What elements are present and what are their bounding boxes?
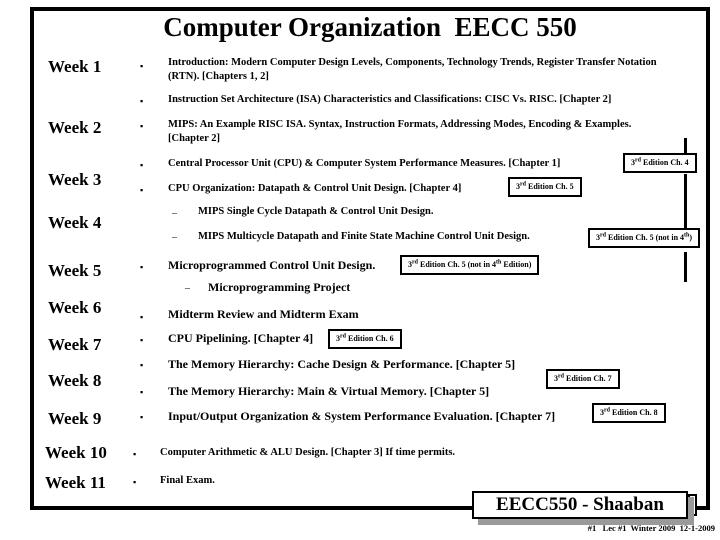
bullet-marker: ▪ [140, 312, 144, 322]
edition-note-ch4: 3rd Edition Ch. 4 [623, 153, 697, 173]
edition-note-ch5-not-in-4th: 3rd Edition Ch. 5 (not in 4th) [588, 228, 701, 248]
edition-note-ch8: 3rd Edition Ch. 8 [592, 403, 666, 423]
week-label-11: Week 11 [45, 473, 106, 492]
edition-note-suffix: Edition Ch. 7 [564, 374, 612, 383]
edition-note-suffix: Edition Ch. 5 (not in 4 [606, 233, 685, 242]
week-label-9: Week 9 [48, 409, 102, 428]
syllabus-item-mips-isa: MIPS: An Example RISC ISA. Syntax, Instr… [168, 119, 632, 144]
bullet-marker: ▪ [133, 477, 137, 487]
bullet-marker: ▪ [140, 262, 144, 272]
syllabus-item-pipelining: CPU Pipelining. [Chapter 4] [168, 331, 314, 345]
syllabus-item-midterm: Midterm Review and Midterm Exam [168, 307, 359, 321]
week-label-10: Week 10 [45, 443, 107, 462]
week-label-4: Week 4 [48, 213, 102, 232]
week-label-6: Week 6 [48, 298, 102, 317]
bullet-marker: ▪ [140, 121, 144, 131]
bullet-marker: ▪ [140, 61, 144, 71]
bullet-marker: ▪ [140, 96, 144, 106]
syllabus-item-microprogrammed: Microprogrammed Control Unit Design. [168, 258, 376, 272]
bullet-marker: ▪ [140, 335, 144, 345]
bullet-marker: ▪ [140, 412, 144, 422]
edition-note-ch5: 3rd Edition Ch. 5 [508, 177, 582, 197]
page-title: Computer Organization EECC 550 [163, 12, 577, 42]
week-label-1: Week 1 [48, 57, 102, 76]
syllabus-item-week1-intro: Introduction: Modern Computer Design Lev… [168, 57, 657, 82]
week-label-3: Week 3 [48, 170, 102, 189]
slide-footnote: #1 Lec #1 Winter 2009 12-1-2009 [587, 523, 715, 533]
dash-marker: – [172, 232, 177, 243]
edition-note-suffix: Edition Ch. 6 [346, 334, 394, 343]
edition-note-suffix: Edition Ch. 8 [610, 408, 658, 417]
syllabus-item-multicycle: MIPS Multicycle Datapath and Finite Stat… [198, 231, 530, 242]
dash-marker: – [185, 283, 190, 294]
bullet-marker: ▪ [140, 160, 144, 170]
edition-note-suffix: Edition Ch. 5 (not in 4 [418, 260, 497, 269]
bullet-marker: ▪ [133, 449, 137, 459]
syllabus-item-isa: Instruction Set Architecture (ISA) Chara… [168, 94, 612, 105]
edition-note-suffix: Edition Ch. 5 [526, 182, 574, 191]
week-label-2: Week 2 [48, 118, 102, 137]
syllabus-item-virtual-memory: The Memory Hierarchy: Main & Virtual Mem… [168, 384, 490, 398]
connector-rail-middle [684, 174, 687, 232]
edition-note-ch7: 3rd Edition Ch. 7 [546, 369, 620, 389]
week-label-5: Week 5 [48, 261, 102, 280]
week-label-8: Week 8 [48, 371, 102, 390]
bullet-marker: ▪ [140, 387, 144, 397]
syllabus-item-cpu-perf: Central Processor Unit (CPU) & Computer … [168, 158, 561, 169]
syllabus-item-final-exam: Final Exam. [160, 475, 215, 486]
course-banner: EECC550 - Shaaban [472, 491, 688, 519]
syllabus-item-arithmetic: Computer Arithmetic & ALU Design. [Chapt… [160, 447, 456, 458]
syllabus-item-microprogramming-project: Microprogramming Project [208, 280, 351, 294]
bullet-marker: ▪ [140, 360, 144, 370]
bullet-marker: ▪ [140, 185, 144, 195]
slide-canvas: Computer Organization EECC 550 Week 1 We… [0, 0, 720, 540]
connector-rail-bottom [684, 252, 687, 282]
edition-note-suffix-2: Edition) [501, 260, 532, 269]
syllabus-item-io: Input/Output Organization & System Perfo… [168, 409, 556, 423]
edition-note-ch5-not-in-4th-edition: 3rd Edition Ch. 5 (not in 4th Edition) [400, 255, 540, 275]
edition-note-ch6: 3rd Edition Ch. 6 [328, 329, 402, 349]
dash-marker: – [172, 208, 177, 219]
edition-note-suffix-2: ) [689, 233, 693, 242]
syllabus-item-cache: The Memory Hierarchy: Cache Design & Per… [168, 357, 516, 371]
edition-note-suffix: Edition Ch. 4 [641, 158, 689, 167]
syllabus-item-cpu-org: CPU Organization: Datapath & Control Uni… [168, 183, 462, 194]
syllabus-item-single-cycle: MIPS Single Cycle Datapath & Control Uni… [198, 206, 434, 217]
week-label-7: Week 7 [48, 335, 102, 354]
